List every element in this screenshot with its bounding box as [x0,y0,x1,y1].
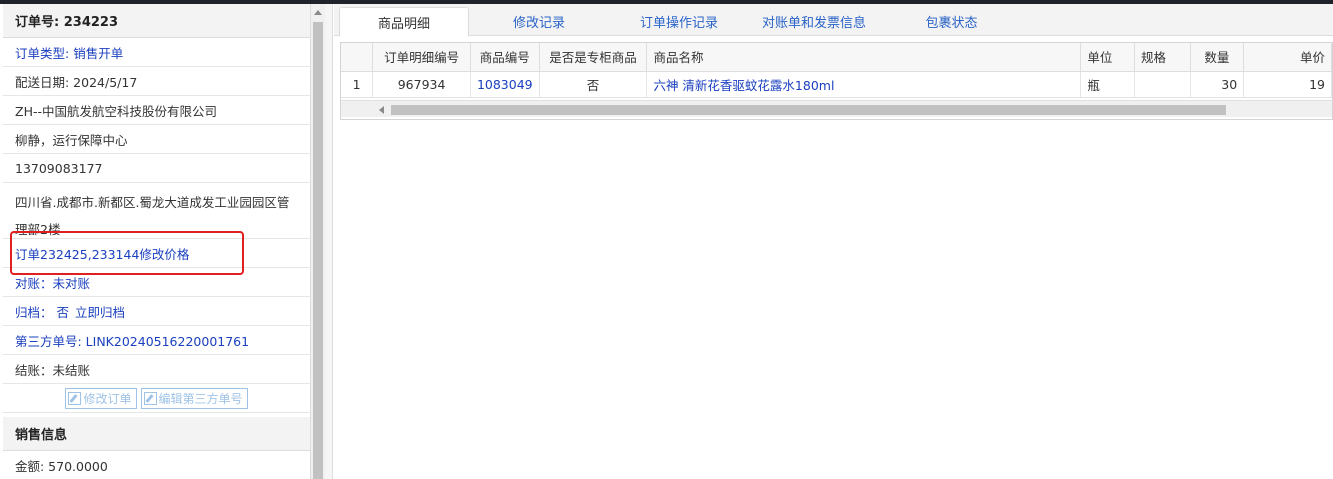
cell-unit-price: 19 [1243,71,1332,98]
tab-bar: 商品明细 修改记录 订单操作记录 对账单和发票信息 包裹状态 [334,4,1333,37]
column-header-detail-id[interactable]: 订单明细编号 [372,43,471,72]
order-number-header: 订单号: 234223 [3,4,310,38]
tab-product-details[interactable]: 商品明细 [339,7,469,37]
cell-detail-id: 967934 [372,71,471,98]
horizontal-scrollbar[interactable] [341,100,1332,117]
tab-package-status[interactable]: 包裹状态 [914,7,989,36]
order-type-value: 销售开单 [73,45,124,61]
order-info-panel: 订单号: 234223 订单类型: 销售开单 配送日期: 2024/5/17 Z… [3,4,311,479]
contact-row: 柳静，运行保障中心 [3,125,310,154]
archive-value: 否 [56,304,70,320]
address-row: 四川省.成都市.新都区.蜀龙大道成发工业园园区管理部2楼 [3,183,310,239]
horizontal-scroll-thumb[interactable] [391,105,1226,115]
tab-change-log[interactable]: 修改记录 [499,7,579,36]
company-row: ZH--中国航发航空科技股份有限公司 [3,96,310,125]
column-header-product-id[interactable]: 商品编号 [470,43,540,72]
order-type-row: 订单类型: 销售开单 [3,38,310,67]
amount-row: 金额: 570.0000 [3,451,310,479]
cell-spec [1134,71,1191,98]
product-table: 订单明细编号 商品编号 是否是专柜商品 商品名称 单位 规格 数量 单价 1 9… [341,43,1332,98]
cell-unit: 瓶 [1080,71,1136,98]
archive-now-link[interactable]: 立即归档 [75,302,125,321]
third-party-row: 第三方单号: LINK20240516220001761 [3,326,310,355]
cell-index: 1 [341,71,374,98]
scroll-up-icon[interactable] [314,10,322,15]
edit-order-button[interactable]: 修改订单 [65,387,137,409]
column-header-product-name[interactable]: 商品名称 [646,43,1082,72]
scroll-left-icon[interactable] [379,106,384,114]
cell-quantity: 30 [1190,71,1245,98]
action-buttons-row: 修改订单 编辑第三方单号 [3,384,310,413]
edit-third-party-label: 编辑第三方单号 [158,391,243,406]
column-header-index [341,43,374,72]
product-grid: 订单明细编号 商品编号 是否是专柜商品 商品名称 单位 规格 数量 单价 1 9… [340,42,1333,120]
detail-panel: 商品明细 修改记录 订单操作记录 对账单和发票信息 包裹状态 订单明细编号 商品… [334,4,1333,479]
archive-row: 归档： 否 立即归档 [3,297,310,326]
cell-product-id-link[interactable]: 1083049 [470,71,540,98]
cell-counter: 否 [539,71,648,98]
column-header-counter[interactable]: 是否是专柜商品 [539,43,648,72]
settle-row: 结账：未结账 [3,355,310,384]
ship-date-row: 配送日期: 2024/5/17 [3,67,310,96]
phone-row: 13709083177 [3,154,310,183]
left-scrollbar[interactable] [311,4,325,479]
order-type-label: 订单类型: [15,45,70,61]
edit-icon [68,391,82,405]
panel-divider [325,4,333,479]
remark-row: 订单232425,233144修改价格 [3,239,310,268]
tab-statement-invoice[interactable]: 对账单和发票信息 [754,7,874,36]
cell-product-name-link[interactable]: 六神 清新花香驱蚊花露水180ml [646,71,1082,98]
edit-icon [143,391,157,405]
reconcile-row: 对账：未对账 [3,268,310,297]
sales-info-header: 销售信息 [3,417,310,451]
scroll-thumb[interactable] [313,22,323,479]
edit-order-label: 修改订单 [83,391,132,406]
tab-order-operation-log[interactable]: 订单操作记录 [624,7,734,36]
column-header-unit-price[interactable]: 单价 [1243,43,1332,72]
table-row[interactable]: 1 967934 1083049 否 六神 清新花香驱蚊花露水180ml 瓶 3… [341,71,1332,98]
column-header-unit[interactable]: 单位 [1080,43,1136,72]
table-header-row: 订单明细编号 商品编号 是否是专柜商品 商品名称 单位 规格 数量 单价 [341,43,1332,72]
column-header-quantity[interactable]: 数量 [1190,43,1245,72]
archive-label: 归档： [15,304,53,320]
edit-third-party-button[interactable]: 编辑第三方单号 [140,387,248,409]
column-header-spec[interactable]: 规格 [1134,43,1191,72]
